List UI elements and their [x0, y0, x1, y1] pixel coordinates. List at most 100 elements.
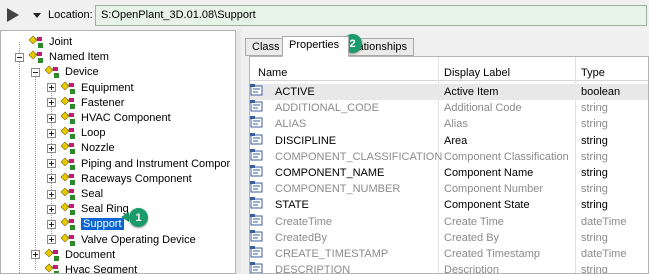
expand-icon[interactable] — [47, 143, 56, 153]
tree-node-loop[interactable]: Loop — [47, 125, 105, 141]
history-dropdown-button[interactable] — [26, 4, 48, 26]
property-row[interactable]: ADDITIONAL_CODE Additional Code string — [250, 100, 648, 116]
class-icon — [60, 141, 75, 155]
col-header-display-label[interactable]: Display Label — [444, 67, 510, 79]
play-button[interactable] — [2, 4, 24, 26]
property-display-label: Component Name — [444, 167, 534, 179]
class-icon — [44, 65, 59, 79]
class-icon — [60, 233, 75, 246]
schema-tree[interactable]: Joint Named Item Device Equipment Fastener HV… — [0, 30, 236, 274]
tree-node-seal-ring[interactable]: Seal Ring — [47, 201, 129, 217]
property-name: COMPONENT_NUMBER — [275, 183, 401, 196]
property-display-label: Alias — [444, 118, 468, 131]
tree-node-nozzle[interactable]: Nozzle — [47, 140, 115, 156]
collapse-icon[interactable] — [15, 52, 24, 62]
tree-node-piping-and-instrument-compor[interactable]: Piping and Instrument Compor — [47, 156, 230, 172]
tree-node-label: Seal — [81, 188, 104, 200]
property-name: CREATE_TIMESTAMP — [275, 248, 389, 260]
property-type: string — [581, 167, 608, 179]
property-display-label: Create Time — [444, 215, 504, 228]
property-row[interactable]: COMPONENT_CLASSIFICATION Component Classi… — [250, 148, 648, 165]
expand-icon[interactable] — [47, 128, 56, 138]
property-type: string — [581, 231, 608, 244]
expand-icon[interactable] — [47, 235, 56, 245]
property-type: string — [581, 150, 608, 163]
expand-icon[interactable] — [47, 204, 56, 214]
property-row[interactable]: COMPONENT_NAME Component Name string — [250, 165, 648, 181]
properties-grid[interactable]: Name Display Label Type ACTIVE Active Ite… — [249, 56, 649, 274]
tree-node-label: Named Item — [49, 51, 109, 64]
property-row[interactable]: COMPONENT_NUMBER Component Number string — [250, 181, 648, 197]
expand-icon[interactable] — [47, 189, 56, 199]
location-input[interactable]: S:OpenPlant_3D.01.08\Support — [95, 5, 647, 26]
col-header-name[interactable]: Name — [258, 67, 287, 79]
property-name: ADDITIONAL_CODE — [275, 102, 379, 115]
tree-node-label: Support — [81, 218, 124, 231]
tree-node-valve-operating-device[interactable]: Valve Operating Device — [47, 232, 196, 248]
tree-node-fastener[interactable]: Fastener — [47, 95, 124, 111]
property-name: DISCIPLINE — [275, 134, 337, 147]
tree-connector — [35, 72, 36, 270]
callout-pointer — [121, 212, 129, 222]
tree-node-hvac-segment[interactable]: Hvac Segment — [31, 262, 137, 273]
class-icon — [60, 126, 75, 140]
property-icon — [250, 132, 263, 145]
tree-node-joint[interactable]: Joint — [15, 34, 72, 50]
tree-node-device[interactable]: Device — [31, 64, 99, 80]
class-icon — [60, 96, 75, 109]
expand-icon[interactable] — [47, 159, 56, 169]
property-row[interactable]: CreateTime Create Time dateTime — [250, 213, 648, 230]
property-row[interactable]: ALIAS Alias string — [250, 116, 648, 132]
property-icon — [250, 181, 263, 193]
property-type: dateTime — [581, 215, 627, 228]
tree-node-label: Joint — [49, 36, 73, 48]
tab-class[interactable]: Class — [245, 38, 283, 56]
class-icon — [44, 263, 59, 273]
property-row[interactable]: CreatedBy Created By string — [250, 229, 648, 246]
tree-node-document[interactable]: Document — [31, 247, 115, 263]
property-icon — [250, 84, 263, 96]
class-icon — [60, 187, 75, 200]
callout-badge-1: 1 — [129, 208, 148, 227]
property-type: string — [581, 183, 608, 196]
expand-icon[interactable] — [47, 174, 56, 184]
tree-node-named-item[interactable]: Named Item — [15, 49, 109, 65]
property-row[interactable]: ACTIVE Active Item boolean — [250, 84, 648, 100]
tree-node-support[interactable]: Support — [47, 216, 124, 232]
property-icon — [250, 197, 263, 209]
property-icon — [250, 148, 263, 161]
expand-icon[interactable] — [47, 113, 56, 123]
property-type: dateTime — [581, 248, 627, 260]
property-type: boolean — [581, 86, 621, 98]
grid-header: Name Display Label Type — [250, 57, 648, 81]
property-icon — [250, 262, 263, 273]
property-icon — [250, 213, 263, 226]
class-icon — [60, 202, 75, 216]
property-row[interactable]: DESCRIPTION Description string — [250, 262, 648, 273]
expand-icon[interactable] — [47, 83, 56, 93]
tree-node-label: Raceways Component — [81, 172, 192, 185]
property-type: string — [581, 134, 608, 147]
col-header-type[interactable]: Type — [581, 67, 605, 79]
tree-node-equipment[interactable]: Equipment — [47, 80, 134, 96]
expand-icon[interactable] — [31, 250, 40, 260]
expand-icon[interactable] — [47, 98, 56, 108]
property-display-label: Active Item — [444, 86, 499, 98]
class-icon — [60, 217, 75, 231]
details-panel: Class Properties Relationships Name Disp… — [241, 30, 649, 274]
collapse-icon[interactable] — [31, 67, 40, 77]
tree-node-hvac-component[interactable]: HVAC Component — [47, 110, 171, 126]
property-row[interactable]: CREATE_TIMESTAMP Created Timestamp dateTim… — [250, 246, 648, 262]
property-row[interactable]: DISCIPLINE Area string — [250, 132, 648, 149]
expand-icon[interactable] — [47, 219, 56, 229]
property-display-label: Additional Code — [444, 102, 522, 115]
tree-node-seal[interactable]: Seal — [47, 186, 103, 202]
caret-down-icon — [33, 13, 41, 18]
property-row[interactable]: STATE Component State string — [250, 197, 648, 213]
property-name: COMPONENT_NAME — [275, 167, 385, 179]
tree-node-label: Fastener — [81, 96, 125, 109]
property-name: CreatedBy — [275, 231, 327, 244]
tab-properties[interactable]: Properties — [282, 36, 349, 57]
tree-node-raceways-component[interactable]: Raceways Component — [47, 171, 192, 187]
class-icon — [28, 35, 43, 48]
